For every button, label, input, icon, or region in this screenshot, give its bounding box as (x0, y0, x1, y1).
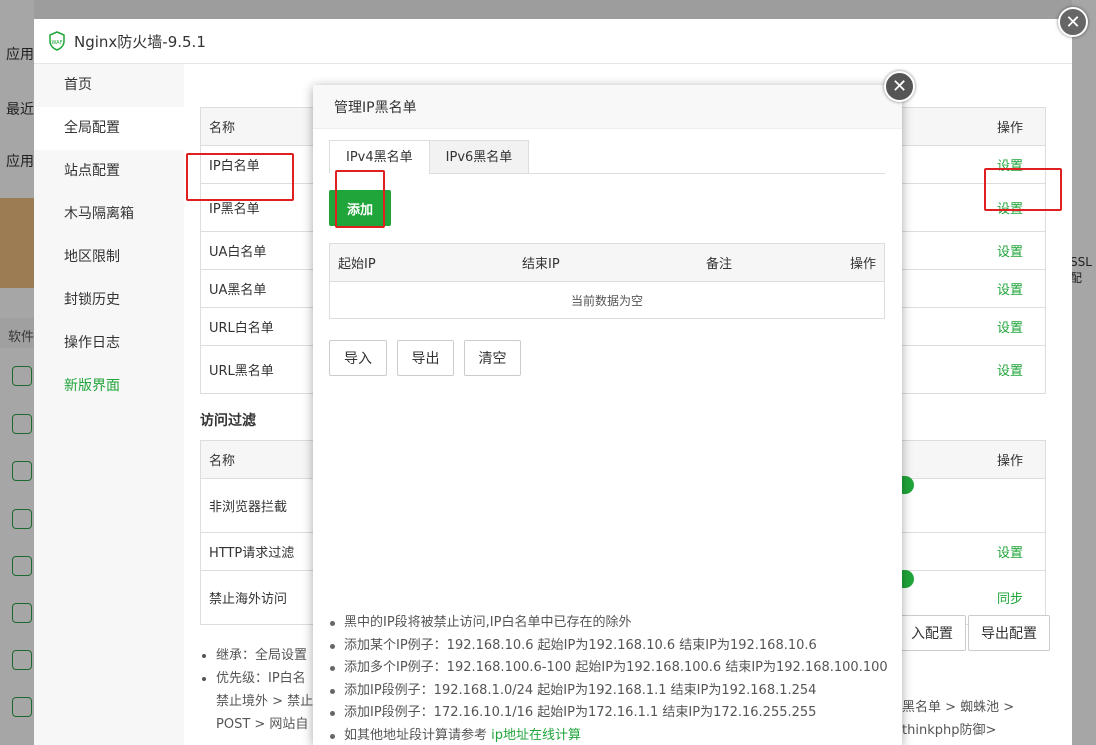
export-config-button[interactable]: 导出配置 (968, 615, 1050, 651)
note-text: thinkphp防御> (902, 723, 997, 738)
waf-header: WAF Nginx防火墙-9.5.1 (34, 19, 1072, 64)
nav-trojan-quarantine[interactable]: 木马隔离箱 (34, 193, 184, 236)
note-item: 继承：全局设置 (216, 644, 313, 667)
nav-region-limit[interactable]: 地区限制 (34, 236, 184, 279)
tab-ipv6[interactable]: IPv6黑名单 (428, 140, 530, 174)
help-item: 添加IP段例子：172.16.10.1/16 起始IP为172.16.1.1 结… (330, 702, 888, 725)
help-item: 添加多个IP例子：192.168.100.6-100 起始IP为192.168.… (330, 657, 888, 680)
nav-operation-log[interactable]: 操作日志 (34, 322, 184, 365)
note-item: 优先级：IP白名 (216, 667, 313, 690)
tab-bar: IPv4黑名单 IPv6黑名单 (329, 140, 885, 174)
tab-ipv4[interactable]: IPv4黑名单 (329, 140, 430, 174)
svg-text:WAF: WAF (52, 40, 63, 46)
nav-global-config[interactable]: 全局配置 (34, 107, 184, 150)
import-button[interactable]: 导入 (329, 340, 387, 376)
col-start-ip: 起始IP (338, 257, 376, 272)
action-row: 导入 导出 清空 (329, 340, 531, 376)
settings-link[interactable]: 设置 (997, 241, 1023, 260)
settings-link[interactable]: 设置 (997, 542, 1023, 561)
right-notes: 黑名单 > 蜘蛛池 > thinkphp防御> (902, 696, 1014, 742)
col-op: 操作 (996, 121, 1023, 136)
settings-link[interactable]: 设置 (997, 155, 1023, 174)
settings-link-ip-blacklist[interactable]: 设置 (997, 198, 1023, 217)
note-item: 禁止境外 > 禁止 (216, 694, 314, 709)
sync-link[interactable]: 同步 (997, 588, 1023, 607)
col-op: 操作 (996, 454, 1023, 469)
help-text: 如其他地址段计算请参考 (344, 727, 488, 743)
waf-title: Nginx防火墙-9.5.1 (74, 32, 206, 51)
close-icon: ✕ (891, 76, 908, 97)
col-op: 操作 (850, 257, 877, 272)
help-item: 如其他地址段计算请参考 ip地址在线计算 (330, 725, 888, 745)
nav-site-config[interactable]: 站点配置 (34, 150, 184, 193)
settings-link[interactable]: 设置 (997, 317, 1023, 336)
col-end-ip: 结束IP (522, 257, 560, 272)
ip-table: 起始IP 结束IP 备注 操作 当前数据为空 (329, 243, 885, 319)
table-header: 起始IP 结束IP 备注 操作 (330, 244, 884, 282)
waf-sidebar: 首页 全局配置 站点配置 木马隔离箱 地区限制 封锁历史 操作日志 新版界面 (34, 64, 184, 745)
export-button[interactable]: 导出 (397, 340, 454, 376)
col-remark: 备注 (706, 257, 733, 272)
nav-new-ui[interactable]: 新版界面 (34, 365, 184, 408)
ip-blacklist-modal: 管理IP黑名单 IPv4黑名单 IPv6黑名单 添加 起始IP 结束IP 备注 … (313, 85, 902, 745)
import-config-button[interactable]: 入配置 (898, 615, 966, 651)
add-button[interactable]: 添加 (329, 190, 391, 226)
waf-close-button[interactable]: ✕ (1058, 7, 1088, 37)
clear-button[interactable]: 清空 (464, 340, 521, 376)
settings-link[interactable]: 设置 (997, 279, 1023, 298)
note-item: POST > 网站自 (216, 717, 309, 732)
note-text: 黑名单 > 蜘蛛池 > (902, 700, 1015, 715)
section-title-access-filter: 访问过滤 (200, 413, 256, 429)
empty-state: 当前数据为空 (570, 293, 643, 308)
help-item: 添加某个IP例子：192.168.10.6 起始IP为192.168.10.6 … (330, 635, 888, 658)
nav-block-history[interactable]: 封锁历史 (34, 279, 184, 322)
help-item: 黑中的IP段将被禁止访问,IP白名单中已存在的除外 (330, 612, 888, 635)
notes-list: 继承：全局设置 优先级：IP白名 禁止境外 > 禁止 POST > 网站自 (200, 644, 313, 736)
waf-logo-icon: WAF (49, 31, 65, 51)
modal-title: 管理IP黑名单 (313, 85, 902, 129)
close-icon: ✕ (1065, 11, 1081, 33)
ip-calc-link[interactable]: ip地址在线计算 (491, 728, 581, 743)
modal-close-button[interactable]: ✕ (884, 71, 915, 102)
help-item: 添加IP段例子：192.168.1.0/24 起始IP为192.168.1.1 … (330, 680, 888, 703)
help-list: 黑中的IP段将被禁止访问,IP白名单中已存在的除外 添加某个IP例子：192.1… (330, 612, 888, 745)
nav-home[interactable]: 首页 (34, 64, 184, 107)
settings-link[interactable]: 设置 (997, 360, 1023, 379)
